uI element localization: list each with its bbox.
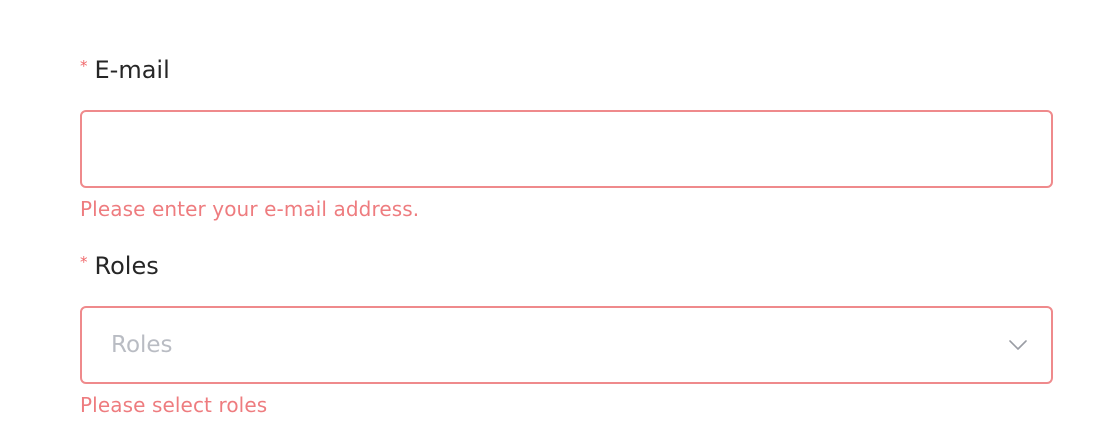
roles-label: Roles: [94, 252, 159, 280]
chevron-down-icon[interactable]: [1007, 334, 1029, 356]
roles-label-row: * Roles: [80, 250, 1053, 284]
email-label: E-mail: [94, 56, 170, 84]
roles-select[interactable]: Roles: [80, 306, 1053, 384]
email-form-item: * E-mail Please enter your e-mail addres…: [80, 54, 1053, 221]
email-label-row: * E-mail: [80, 54, 1053, 88]
email-error-message: Please enter your e-mail address.: [80, 197, 420, 221]
roles-select-placeholder: Roles: [111, 332, 173, 358]
roles-required-mark: *: [80, 253, 88, 271]
roles-form-item: * Roles Roles Please select roles: [80, 250, 1053, 417]
email-required-mark: *: [80, 57, 88, 75]
user-form: * E-mail Please enter your e-mail addres…: [0, 0, 1106, 432]
email-input[interactable]: [80, 110, 1053, 188]
roles-error-message: Please select roles: [80, 393, 268, 417]
